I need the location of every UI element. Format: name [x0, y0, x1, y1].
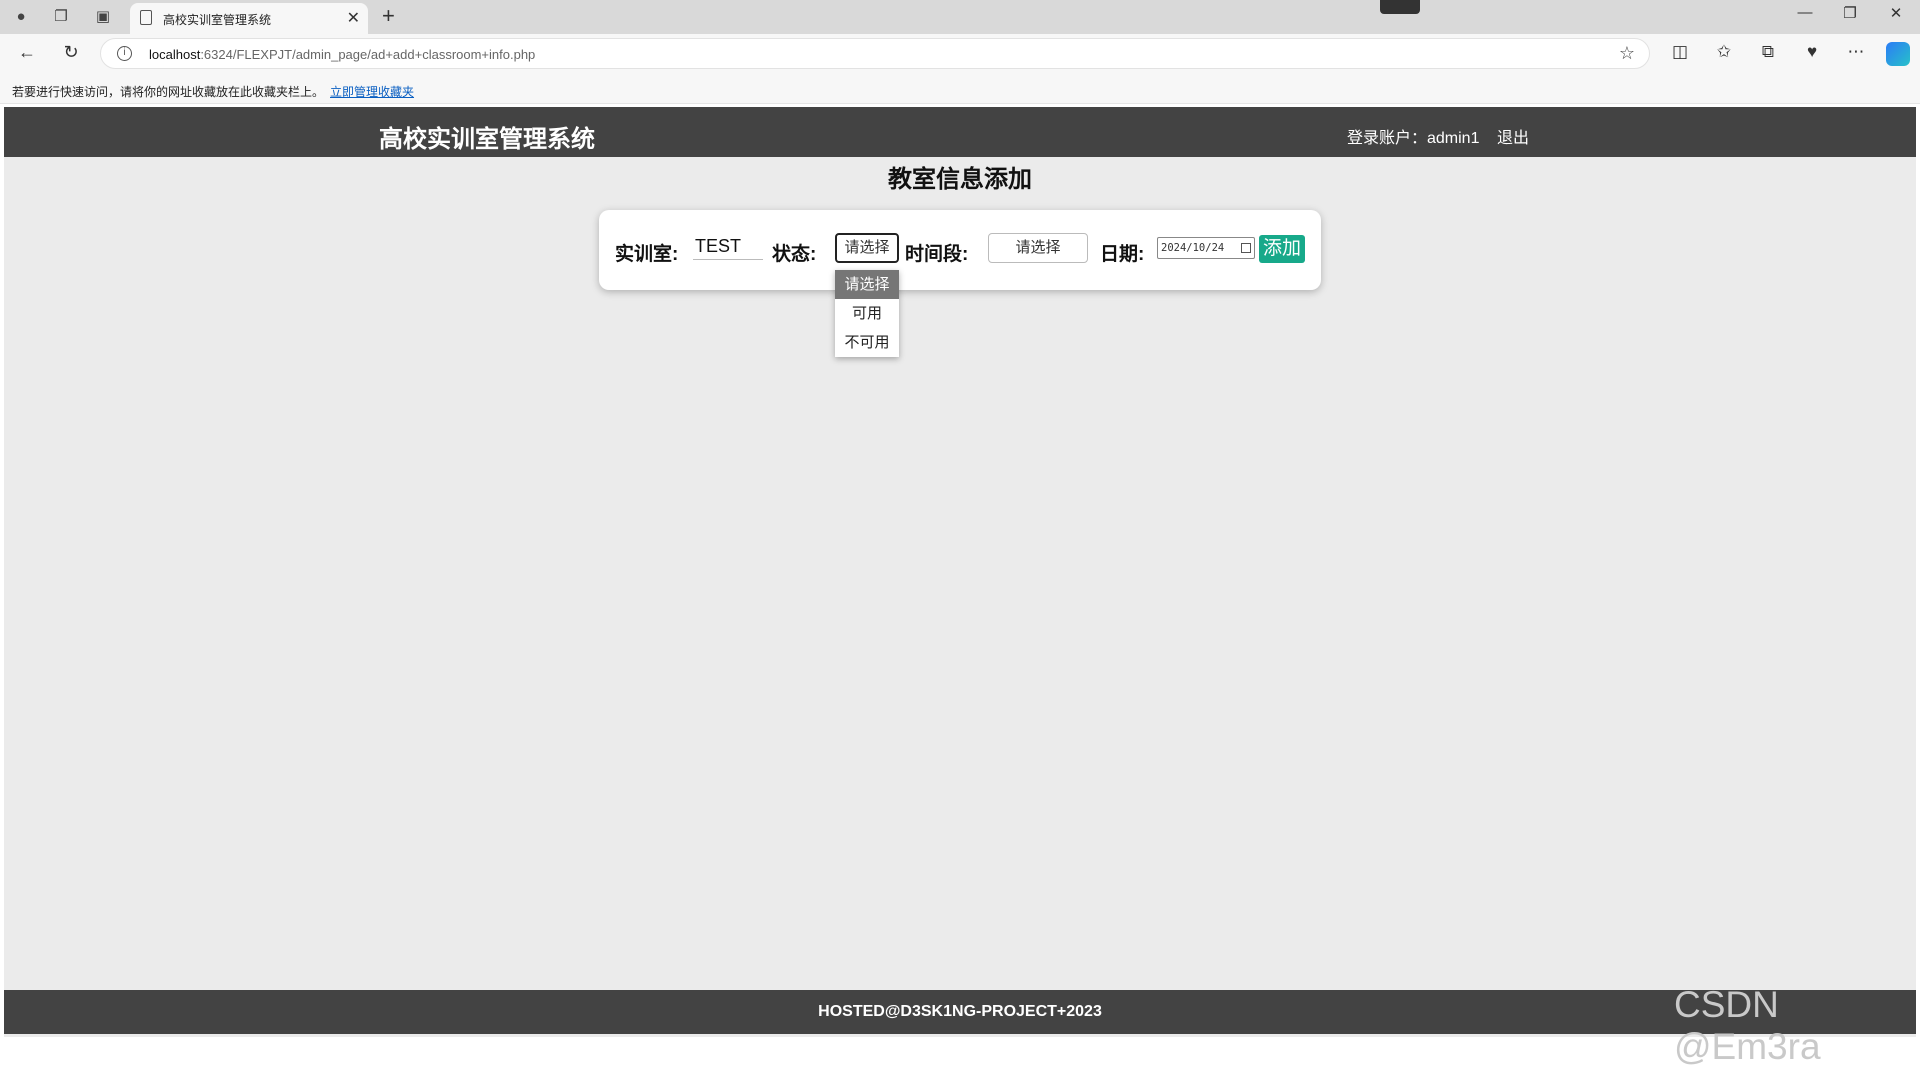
back-icon[interactable]: ← — [14, 42, 40, 63]
page-icon — [140, 10, 152, 25]
address-bar: ← ↻ i localhost:6324/FLEXPJT/admin_page/… — [0, 34, 1920, 74]
browser-tab-bar: ● ❐ ▣ 高校实训室管理系统 ✕ + — ❐ ✕ — [0, 0, 1920, 34]
date-label: 日期: — [1100, 244, 1145, 265]
new-tab-icon[interactable]: + — [382, 3, 395, 29]
close-window-icon[interactable]: ✕ — [1876, 4, 1916, 22]
status-option-select[interactable]: 请选择 — [835, 270, 899, 299]
status-option-available[interactable]: 可用 — [835, 299, 899, 328]
favorites-icon[interactable]: ✩ — [1711, 42, 1737, 62]
favorite-star-icon[interactable]: ☆ — [1619, 43, 1635, 64]
more-icon[interactable]: ⋯ — [1843, 42, 1869, 62]
restore-icon[interactable]: ❐ — [1830, 4, 1870, 22]
watermark: CSDN @Em3ra — [1674, 984, 1821, 1067]
user-info: 登录账户：admin1 — [1347, 130, 1480, 147]
tab-actions-icon[interactable]: ▣ — [92, 6, 114, 28]
add-classroom-form: 实训室: 状态: 请选择 时间段: 请选择 日期: 2024/10/24 添加 — [599, 210, 1321, 290]
room-label: 实训室: — [615, 244, 679, 265]
room-input[interactable] — [693, 234, 763, 260]
browser-essentials-icon[interactable]: ♥ — [1799, 42, 1825, 62]
date-value: 2024/10/24 — [1161, 242, 1225, 254]
calendar-icon[interactable] — [1241, 243, 1251, 253]
page-body: 高校实训室管理系统 登录账户：admin1 退出 教室信息添加 实训室: 状态:… — [4, 107, 1916, 1067]
split-screen-icon[interactable]: ◫ — [1667, 42, 1693, 62]
site-footer: HOSTED@D3SK1NG-PROJECT+2023 — [4, 990, 1916, 1034]
browser-tab-active[interactable]: 高校实训室管理系统 ✕ — [130, 3, 368, 34]
tab-badge — [1380, 0, 1420, 14]
close-tab-icon[interactable]: ✕ — [347, 8, 360, 28]
add-button[interactable]: 添加 — [1259, 235, 1305, 263]
time-select[interactable]: 请选择 — [988, 233, 1088, 263]
profile-icon[interactable]: ● — [10, 6, 32, 28]
favorites-bar: 若要进行快速访问，请将你的网址收藏放在此收藏夹栏上。 立即管理收藏夹 — [0, 74, 1920, 104]
status-option-unavailable[interactable]: 不可用 — [835, 328, 899, 357]
status-dropdown: 请选择 可用 不可用 — [835, 270, 899, 357]
site-header: 高校实训室管理系统 登录账户：admin1 退出 — [4, 107, 1916, 157]
site-title: 高校实训室管理系统 — [379, 126, 595, 153]
logout-link[interactable]: 退出 — [1497, 124, 1529, 148]
collections-icon[interactable]: ⧉ — [1755, 42, 1781, 62]
date-input[interactable]: 2024/10/24 — [1157, 237, 1255, 259]
status-select[interactable]: 请选择 — [835, 233, 899, 263]
footer-text: HOSTED@D3SK1NG-PROJECT+2023 — [818, 1003, 1102, 1020]
refresh-icon[interactable]: ↻ — [58, 42, 84, 63]
favorites-hint: 若要进行快速访问，请将你的网址收藏放在此收藏夹栏上。 — [12, 85, 325, 99]
url-text: localhost:6324/FLEXPJT/admin_page/ad+add… — [149, 47, 536, 62]
status-label: 状态: — [772, 244, 817, 265]
workspaces-icon[interactable]: ❐ — [50, 6, 72, 28]
copilot-icon[interactable] — [1886, 42, 1910, 66]
minimize-icon[interactable]: — — [1785, 4, 1825, 21]
url-field[interactable]: i localhost:6324/FLEXPJT/admin_page/ad+a… — [100, 38, 1650, 69]
time-label: 时间段: — [905, 244, 969, 265]
page-heading: 教室信息添加 — [888, 166, 1032, 193]
site-info-icon[interactable]: i — [117, 46, 132, 61]
tab-title: 高校实训室管理系统 — [163, 13, 272, 27]
manage-favorites-link[interactable]: 立即管理收藏夹 — [330, 83, 414, 100]
